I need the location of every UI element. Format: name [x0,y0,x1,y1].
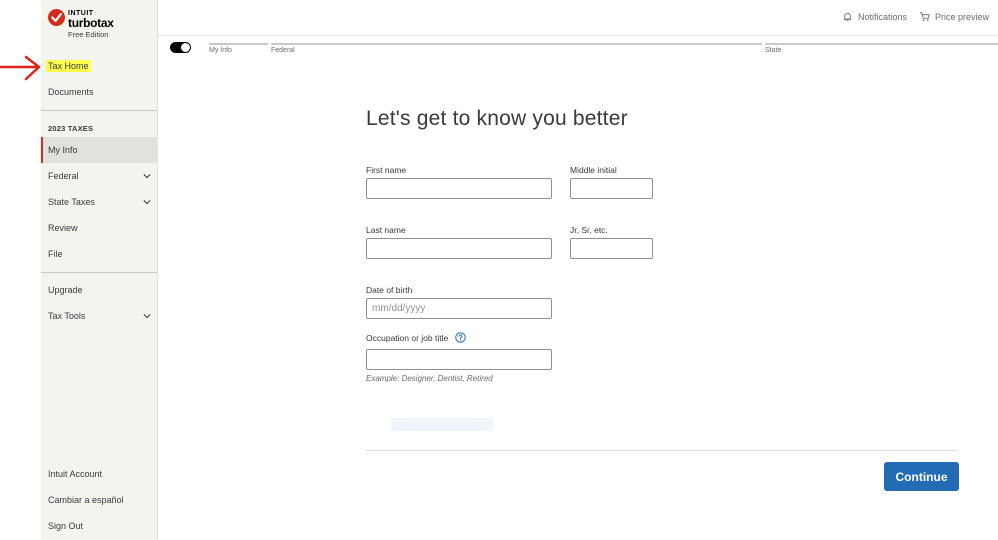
sidebar-divider [41,110,157,111]
sidebar-item-language[interactable]: Cambiar a español [41,487,157,513]
middle-initial-label: Middle initial [570,165,617,175]
sidebar-item-federal[interactable]: Federal [41,163,157,189]
sidebar-divider [41,272,157,273]
sidebar-item-label: Review [48,223,78,233]
sidebar-item-label: My Info [48,145,78,155]
last-name-label: Last name [366,225,406,235]
view-toggle-switch[interactable] [170,42,191,53]
occupation-label: Occupation or job title [366,333,449,343]
toggle-knob [181,43,190,52]
faint-overlay-chip [391,418,493,431]
sidebar-item-upgrade[interactable]: Upgrade [41,277,157,303]
sidebar-item-label: Documents [48,87,94,97]
sidebar-item-label: Intuit Account [48,469,103,479]
continue-button[interactable]: Continue [884,462,959,491]
sidebar-item-label: Federal [48,171,79,181]
progress-step-label[interactable]: My Info [209,47,232,54]
section-heading: 2023 TAXES [48,124,94,133]
suffix-input[interactable] [570,238,653,259]
top-bar: Notifications Price preview [158,0,998,36]
suffix-label: Jr, Sr, etc. [570,225,608,235]
sidebar-item-file[interactable]: File [41,241,157,267]
price-preview-link[interactable]: Price preview [919,11,989,22]
edition-label: Free Edition [68,30,109,39]
sidebar-item-sign-out[interactable]: Sign Out [41,513,157,539]
occupation-input[interactable] [366,349,552,370]
occupation-hint: Example: Designer, Dentist, Retired [366,374,493,383]
chevron-down-icon [143,174,151,179]
sidebar-item-tax-home[interactable]: Tax Home [41,53,157,79]
sidebar-item-label: Tax Tools [48,311,86,321]
form-divider [366,450,958,451]
red-arrow-annotation-icon [0,55,41,81]
chevron-down-icon [143,200,151,205]
date-of-birth-label: Date of birth [366,285,413,295]
first-name-label: First name [366,165,407,175]
progress-step-label[interactable]: Federal [271,47,295,54]
middle-initial-input[interactable] [570,178,653,199]
sidebar-item-my-info[interactable]: My Info [41,137,157,163]
page-title: Let's get to know you better [366,107,628,130]
progress-segment-my-info [209,43,268,45]
cart-icon [919,12,930,21]
sidebar-item-intuit-account[interactable]: Intuit Account [41,461,157,487]
price-preview-label: Price preview [935,11,990,22]
help-question-icon[interactable] [455,332,466,343]
sidebar: INTUIT turbotax Free Edition Tax Home Do… [41,0,158,540]
notifications-label: Notifications [858,11,908,22]
progress-step-label[interactable]: State [765,47,781,54]
progress-segment-state [765,43,998,45]
turbotax-logo[interactable]: INTUIT turbotax Free Edition [48,9,148,39]
first-name-input[interactable] [366,178,552,199]
sidebar-item-label: Sign Out [48,521,84,531]
sidebar-item-label: Upgrade [48,285,83,295]
date-of-birth-input[interactable] [366,298,552,319]
logo-turbotax-text: turbotax [68,16,114,30]
sidebar-item-tax-tools[interactable]: Tax Tools [41,303,157,329]
last-name-input[interactable] [366,238,552,259]
sidebar-item-label: File [48,249,63,259]
sidebar-item-review[interactable]: Review [41,215,157,241]
sidebar-item-documents[interactable]: Documents [41,79,157,105]
sidebar-item-label: State Taxes [48,197,95,207]
sidebar-item-state-taxes[interactable]: State Taxes [41,189,157,215]
turbotax-check-icon [48,9,65,26]
bell-icon [843,12,852,22]
notifications-link[interactable]: Notifications [842,11,907,22]
sidebar-item-label: Cambiar a español [48,495,124,505]
chevron-down-icon [143,314,151,319]
progress-segment-federal [271,43,762,45]
sidebar-item-label: Tax Home [46,60,91,72]
